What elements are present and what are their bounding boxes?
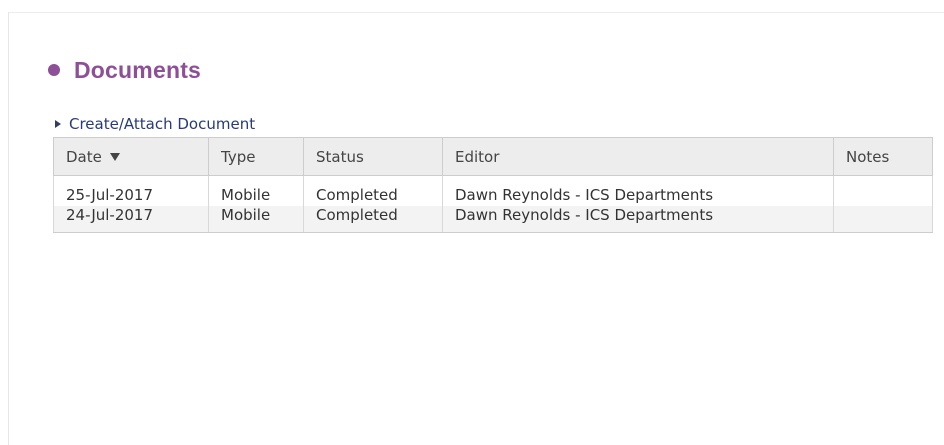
column-header-status-label[interactable]: Status — [316, 148, 364, 166]
documents-table: Date Type Status Editor Notes 25-Jul-201… — [53, 137, 933, 233]
column-header-editor[interactable]: Editor — [442, 137, 834, 176]
column-header-date-label[interactable]: Date — [66, 148, 102, 166]
cell-status: Completed — [303, 206, 443, 233]
triangle-right-icon — [55, 120, 61, 128]
cell-type: Mobile — [208, 175, 304, 206]
section-title: Documents — [74, 56, 202, 83]
section-heading: Documents — [44, 52, 934, 88]
column-header-type[interactable]: Type — [208, 137, 304, 176]
create-attach-document-label[interactable]: Create/Attach Document — [69, 115, 255, 133]
bullet-dot-icon — [48, 64, 60, 76]
column-header-date[interactable]: Date — [53, 137, 209, 176]
documents-panel: Documents Create/Attach Document Date Ty… — [44, 52, 934, 233]
column-header-notes-label[interactable]: Notes — [846, 148, 889, 166]
table-header-row: Date Type Status Editor Notes — [53, 137, 933, 176]
cell-editor: Dawn Reynolds - ICS Departments — [442, 175, 834, 206]
create-attach-document-link[interactable]: Create/Attach Document — [44, 114, 934, 134]
frame-left-border — [8, 12, 9, 445]
sort-down-icon[interactable] — [109, 153, 120, 161]
cell-type: Mobile — [208, 206, 304, 233]
cell-status: Completed — [303, 175, 443, 206]
table-row[interactable]: 25-Jul-2017 Mobile Completed Dawn Reynol… — [53, 175, 933, 206]
cell-notes — [833, 175, 933, 206]
table-row[interactable]: 24-Jul-2017 Mobile Completed Dawn Reynol… — [53, 206, 933, 233]
cell-editor: Dawn Reynolds - ICS Departments — [442, 206, 834, 233]
column-header-type-label[interactable]: Type — [221, 148, 255, 166]
cell-notes — [833, 206, 933, 233]
column-header-status[interactable]: Status — [303, 137, 443, 176]
column-header-editor-label[interactable]: Editor — [455, 148, 499, 166]
frame-top-border — [8, 12, 944, 13]
cell-date[interactable]: 24-Jul-2017 — [53, 206, 209, 233]
column-header-notes[interactable]: Notes — [833, 137, 933, 176]
cell-date[interactable]: 25-Jul-2017 — [53, 175, 209, 206]
